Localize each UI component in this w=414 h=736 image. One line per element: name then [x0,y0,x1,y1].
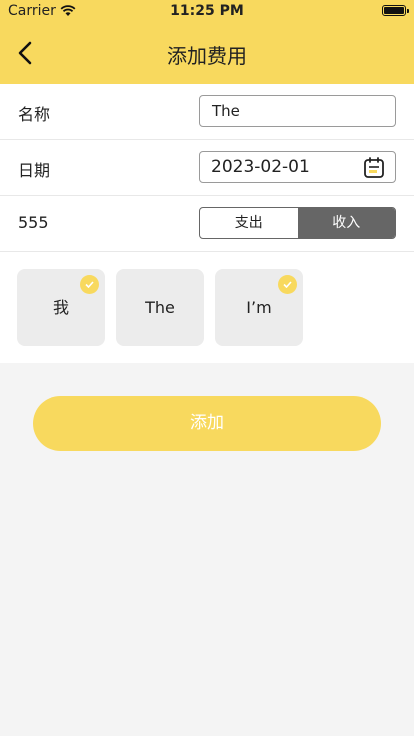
status-bar: Carrier 11:25 PM [0,0,414,22]
header: Carrier 11:25 PM 添加费用 [0,0,414,84]
member-card-im[interactable]: I’m [215,269,303,346]
checkmark-icon [278,275,297,294]
amount-row: 555 支出 收入 [0,196,414,252]
name-input[interactable]: The [199,95,396,127]
status-time: 11:25 PM [170,3,244,19]
page-title: 添加费用 [167,44,247,68]
add-button[interactable]: 添加 [33,396,381,451]
name-row: 名称 The [0,84,414,140]
member-label: 我 [52,298,69,317]
member-label: The [145,298,175,317]
type-segmented-control[interactable]: 支出 收入 [199,207,396,239]
name-label: 名称 [18,105,51,124]
checkmark-icon [80,275,99,294]
member-card-the[interactable]: The [116,269,204,346]
segment-expense[interactable]: 支出 [200,208,298,238]
date-row: 日期 2023-02-01 [0,140,414,196]
member-card-me[interactable]: 我 [17,269,105,346]
date-field[interactable]: 2023-02-01 [199,151,396,183]
battery-icon [382,5,409,16]
segment-income[interactable]: 收入 [297,208,395,238]
amount-label: 555 [18,213,49,232]
calendar-icon[interactable] [363,157,385,179]
member-label: I’m [246,298,272,317]
date-value: 2023-02-01 [211,157,310,177]
date-label: 日期 [18,161,51,180]
